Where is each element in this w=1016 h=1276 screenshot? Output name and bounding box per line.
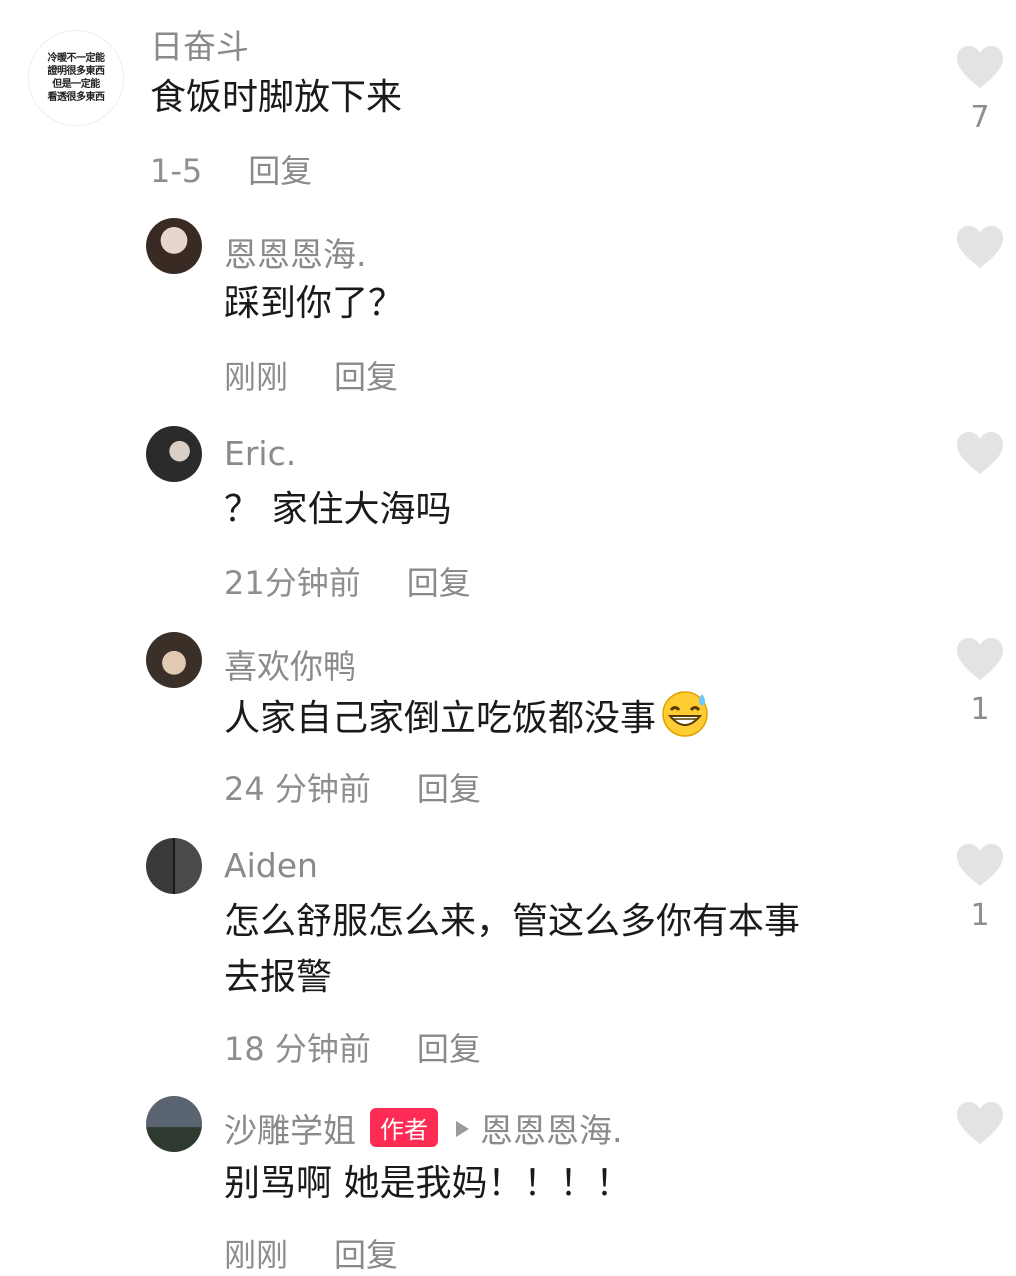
comment-time: 21分钟前 [224,564,361,602]
avatar[interactable]: 冷暖不一定能 證明很多東西 但是一定能 看透很多東西 [28,30,124,126]
heart-icon [957,46,1003,88]
comment-username[interactable]: 沙雕学姐 [224,1111,356,1150]
like-count: 1 [970,898,990,933]
avatar-text: 但是一定能 [52,79,100,90]
comment-text: 怎么舒服怎么来，管这么多你有本事 去报警 [224,894,800,1006]
avatar[interactable] [146,426,202,482]
heart-icon [957,226,1003,268]
like-count: 7 [970,100,990,135]
comment-text-body: 人家自己家倒立吃饭都没事 [224,698,657,739]
comment-meta: 刚刚 回复 [224,352,398,398]
avatar-text: 證明很多東西 [47,66,106,77]
like-button[interactable]: 1 [954,636,1006,727]
comment-text-line: 怎么舒服怎么来，管这么多你有本事 [224,901,801,942]
grinning-sweat-emoji-icon [658,688,712,755]
comment-time: 1-5 [150,152,203,190]
comment-username[interactable]: Aiden [224,846,318,885]
comment-time: 刚刚 [224,1236,289,1274]
like-button[interactable] [954,1100,1006,1156]
comment-text: 踩到你了？ [224,283,405,324]
reply-button[interactable]: 回复 [248,152,312,190]
reply-button[interactable]: 回复 [417,770,481,808]
like-button[interactable]: 1 [954,842,1006,933]
avatar[interactable] [146,218,202,274]
comment-time: 24 分钟前 [224,770,371,808]
heart-icon [957,1102,1003,1144]
author-badge: 作者 [370,1108,438,1147]
reply-target-username[interactable]: 恩恩恩海. [480,1111,623,1150]
comment-meta: 24 分钟前 回复 [224,764,481,810]
avatar-text: 看透很多東西 [47,92,106,103]
comment-meta: 18 分钟前 回复 [224,1024,481,1070]
avatar[interactable] [146,632,202,688]
reply-button[interactable]: 回复 [407,564,471,602]
avatar[interactable] [146,838,202,894]
like-button[interactable]: 7 [954,44,1006,135]
comment-text-line: 去报警 [224,957,333,998]
comment-text: ？ 家住大海吗 [224,489,452,530]
avatar[interactable] [146,1096,202,1152]
comment-username[interactable]: Eric. [224,434,296,473]
reply-button[interactable]: 回复 [417,1030,481,1068]
reply-button[interactable]: 回复 [334,358,398,396]
comment-time: 18 分钟前 [224,1030,371,1068]
comment-username[interactable]: 日奋斗 [150,20,249,68]
avatar-text: 冷暖不一定能 [47,53,106,64]
comment-text: 人家自己家倒立吃饭都没事 [224,688,712,755]
comment-username[interactable]: 恩恩恩海. [224,228,367,276]
comment-header: 沙雕学姐 作者 恩恩恩海. [224,1104,623,1152]
comment-text: 别骂啊 她是我妈！！！！ [224,1163,632,1204]
heart-icon [957,432,1003,474]
comment-meta: 刚刚 回复 [224,1230,398,1276]
comment-meta: 1-5 回复 [150,146,312,192]
play-arrow-icon [454,1107,470,1146]
reply-button[interactable]: 回复 [334,1236,398,1274]
like-button[interactable] [954,430,1006,486]
comment-meta: 21分钟前 回复 [224,558,471,604]
heart-icon [957,638,1003,680]
comment-text: 食饭时脚放下来 [150,77,403,118]
like-button[interactable] [954,224,1006,280]
comment-username[interactable]: 喜欢你鸭 [224,640,356,688]
heart-icon [957,844,1003,886]
comment-time: 刚刚 [224,358,289,396]
like-count: 1 [970,692,990,727]
